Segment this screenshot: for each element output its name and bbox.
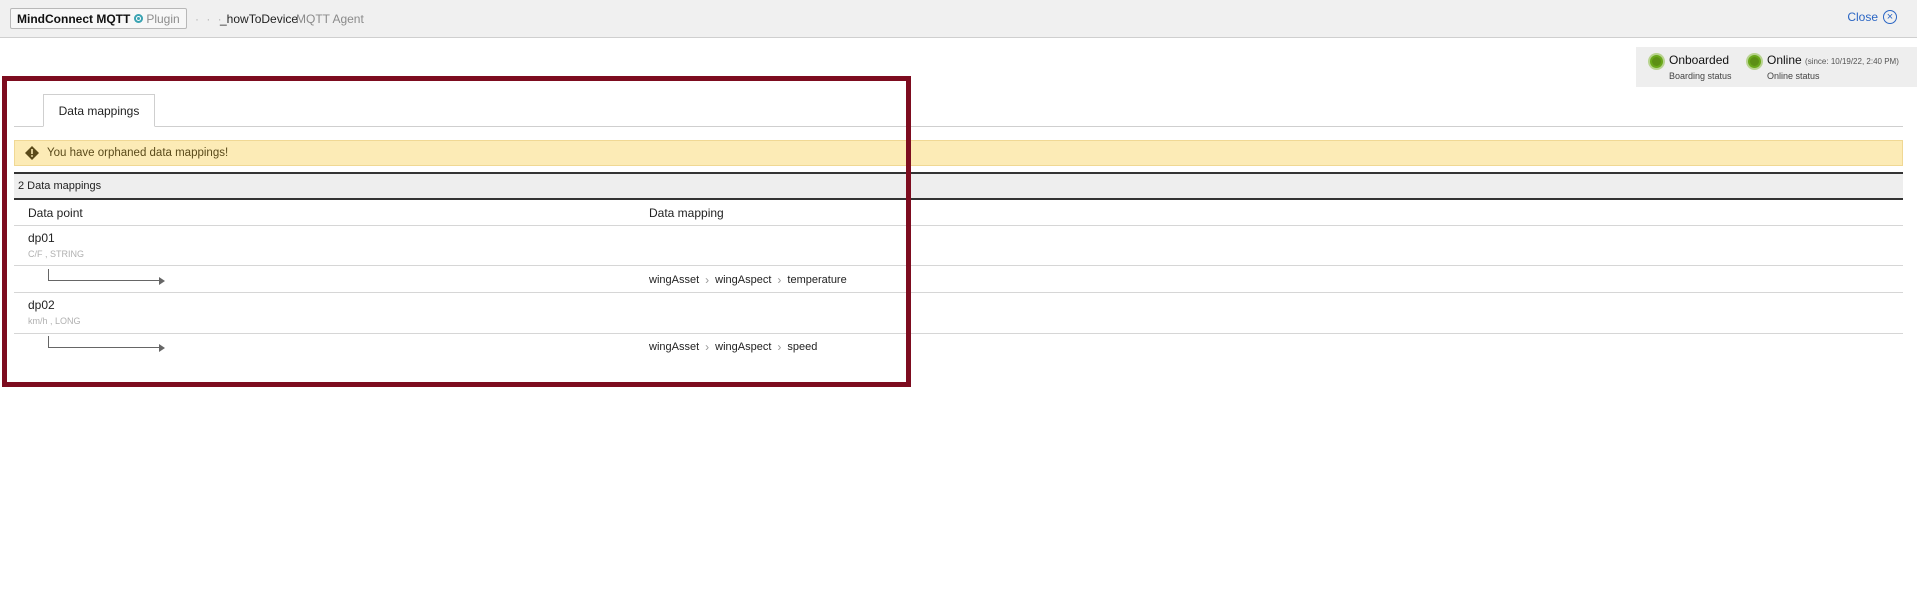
mapping-connector <box>48 336 160 348</box>
mapping-path: wingAsset › wingAspect › temperature <box>649 273 847 287</box>
warning-icon <box>25 146 39 160</box>
agent-type: MQTT Agent <box>296 12 364 26</box>
top-bar: MindConnect MQTT Plugin · · · _howToDevi… <box>0 0 1917 38</box>
mapping-aspect: wingAspect <box>715 341 772 353</box>
tab-divider <box>14 126 1903 127</box>
boarding-status-label: Onboarded <box>1669 53 1730 67</box>
online-status-sub: Online status <box>1767 71 1820 81</box>
mapping-variable: speed <box>787 341 818 353</box>
close-button[interactable]: Close × <box>1847 10 1897 24</box>
row-divider <box>14 333 1903 334</box>
arrow-right-icon <box>159 277 165 285</box>
close-icon: × <box>1883 10 1897 24</box>
mapping-asset: wingAsset <box>649 341 700 353</box>
row-divider <box>14 292 1903 293</box>
plugin-tag-label: Plugin <box>146 11 180 26</box>
mapping-aspect: wingAspect <box>715 274 772 286</box>
data-point-name: dp02 <box>28 298 55 312</box>
chevron-right-icon: › <box>777 340 782 354</box>
plugin-tag: Plugin <box>134 11 180 26</box>
tab-data-mappings[interactable]: Data mappings <box>43 94 155 127</box>
online-status-label: Online <box>1767 53 1802 67</box>
data-point-type: C/F , STRING <box>28 249 84 259</box>
close-label: Close <box>1847 10 1878 24</box>
boarding-status-icon <box>1650 55 1663 68</box>
online-status: Online (since: 10/19/22, 2:40 PM) Online… <box>1748 53 1899 81</box>
plugin-badge[interactable]: MindConnect MQTT Plugin <box>10 8 187 29</box>
arrow-right-icon <box>159 344 165 352</box>
plugin-gear-icon <box>134 14 144 23</box>
data-point-name: dp01 <box>28 231 55 245</box>
column-header-data-mapping: Data mapping <box>649 206 724 220</box>
chevron-right-icon: › <box>705 273 710 287</box>
mapping-connector <box>48 269 160 281</box>
plugin-name: MindConnect MQTT <box>17 11 131 26</box>
boarding-status-sub: Boarding status <box>1669 71 1732 81</box>
header-divider <box>14 225 1903 226</box>
column-header-data-point: Data point <box>28 206 83 220</box>
mapping-count: 2 Data mappings <box>14 172 1903 200</box>
warning-text: You have orphaned data mappings! <box>47 147 229 159</box>
online-since: (since: 10/19/22, 2:40 PM) <box>1805 57 1899 66</box>
chevron-right-icon: › <box>777 273 782 287</box>
mapping-variable: temperature <box>787 274 847 286</box>
mapping-path: wingAsset › wingAspect › speed <box>649 340 817 354</box>
boarding-status: Onboarded Boarding status <box>1650 53 1732 81</box>
orphaned-warning: You have orphaned data mappings! <box>14 140 1903 166</box>
status-panel: Onboarded Boarding status Online (since:… <box>1636 47 1917 87</box>
row-divider <box>14 265 1903 266</box>
mapping-asset: wingAsset <box>649 274 700 286</box>
device-name: _howToDevice <box>220 12 299 26</box>
data-point-type: km/h , LONG <box>28 316 81 326</box>
chevron-right-icon: › <box>705 340 710 354</box>
online-status-icon <box>1748 55 1761 68</box>
